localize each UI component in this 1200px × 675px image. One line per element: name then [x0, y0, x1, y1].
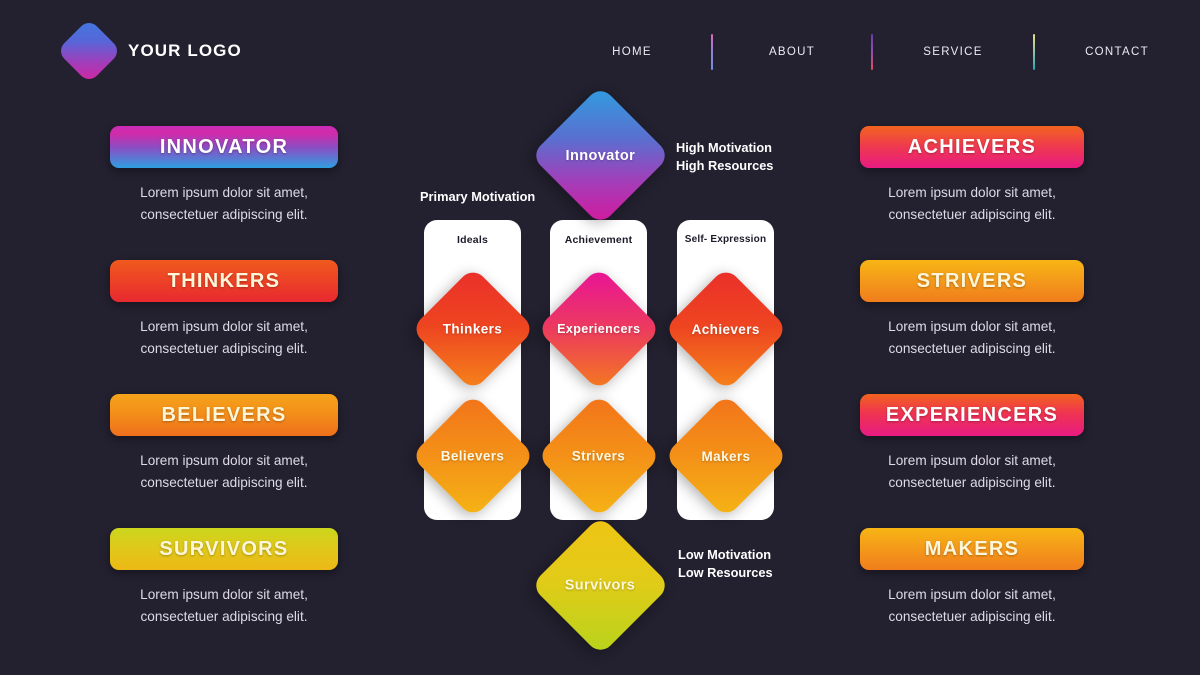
diagram-column-header-achievement: Achievement: [564, 234, 633, 246]
diagram-column-header-self-expression: Self- Expression: [684, 234, 767, 245]
annotation-primary-motivation: Primary Motivation: [420, 189, 536, 204]
diagram-node-label-thinkers: Thinkers: [443, 321, 503, 337]
diagram-node-innovator[interactable]: Innovator: [530, 85, 671, 226]
annotation-low-line-2: Low Resources: [678, 565, 773, 581]
annotation-high-motivation: High Motivation High Resources: [676, 139, 773, 175]
annotation-low-motivation: Low Motivation Low Resources: [678, 546, 773, 582]
diagram-node-label-innovator: Innovator: [565, 147, 636, 164]
vals-diagram: Ideals Achievement Self- Expression Inno…: [0, 0, 1200, 675]
annotation-low-line-1: Low Motivation: [678, 547, 772, 562]
diagram-node-label-survivors: Survivors: [565, 577, 636, 594]
diagram-node-label-experiencers: Experiencers: [557, 321, 641, 336]
diagram-node-label-makers: Makers: [701, 448, 751, 464]
annotation-high-line-1: High Motivation: [676, 140, 772, 155]
diagram-node-label-achievers: Achievers: [691, 321, 761, 337]
slide-root: YOUR LOGO HOME ABOUT SERVICE CONTACT INN…: [0, 0, 1200, 675]
annotation-high-line-2: High Resources: [676, 158, 774, 174]
diagram-node-label-believers: Believers: [441, 448, 505, 464]
diagram-node-label-strivers: Strivers: [572, 448, 626, 464]
diagram-node-survivors[interactable]: Survivors: [530, 515, 671, 656]
diagram-column-header-ideals: Ideals: [457, 234, 488, 246]
